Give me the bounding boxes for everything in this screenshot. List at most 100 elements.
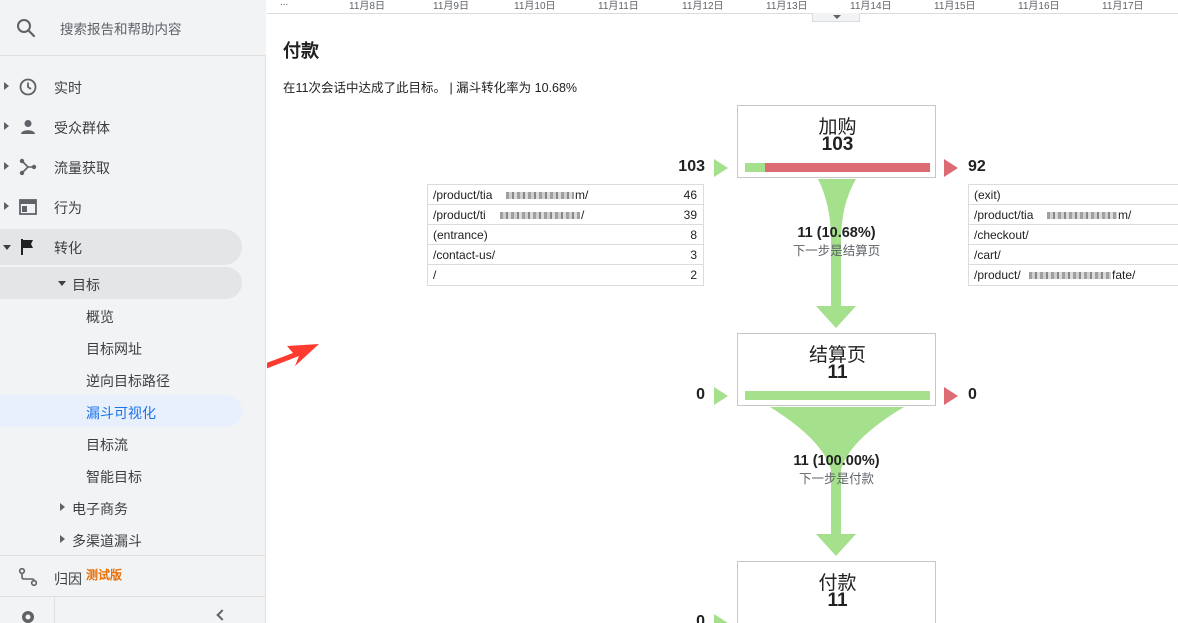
sidebar: 搜索报告和帮助内容 实时 受众群体 流量获取 行为 转化 目标 概览 目标网址 … bbox=[0, 0, 266, 623]
funnel-stage-payment[interactable]: 付款 11 bbox=[737, 561, 936, 623]
nav-item-label: 多渠道漏斗 bbox=[72, 533, 142, 549]
expand-caret-icon[interactable] bbox=[60, 503, 65, 511]
value-cell: 8 bbox=[690, 228, 697, 242]
nav-item-goals[interactable]: 目标 bbox=[0, 267, 242, 299]
stage-exits: 0 bbox=[968, 386, 977, 403]
nav-item-label: 目标 bbox=[72, 277, 100, 293]
path-cell: /product/ti bbox=[433, 208, 486, 222]
stage-count: 103 bbox=[821, 134, 854, 155]
main-content: ... 11月8日 11月9日 11月10日 11月11日 11月12日 11月… bbox=[267, 0, 1178, 623]
stage-count: 11 bbox=[827, 590, 848, 611]
stage-entrances: 0 bbox=[696, 613, 705, 623]
nav-item-label: 转化 bbox=[54, 240, 82, 256]
stage-exit-bar bbox=[765, 163, 930, 172]
expand-caret-icon[interactable] bbox=[4, 202, 9, 210]
funnel-stage-add-to-cart[interactable]: 加购 103 bbox=[737, 105, 936, 178]
exit-arrow-icon bbox=[944, 387, 958, 405]
nav-item-conversions[interactable]: 转化 bbox=[0, 229, 242, 265]
conversion-next-step: 下一步是付款 bbox=[798, 472, 874, 486]
goal-item-smart-goals[interactable]: 智能目标 bbox=[0, 459, 242, 491]
behavior-icon bbox=[19, 199, 37, 215]
value-cell: 46 bbox=[683, 188, 697, 202]
goal-item-overview[interactable]: 概览 bbox=[0, 299, 242, 331]
conversion-count: 11 (100.00%) bbox=[793, 453, 880, 469]
gear-icon[interactable] bbox=[18, 607, 38, 623]
search-bar[interactable]: 搜索报告和帮助内容 bbox=[0, 0, 266, 56]
path-cell-tail: m/ bbox=[575, 188, 589, 202]
table-row[interactable]: (entrance) 8 bbox=[428, 225, 703, 245]
path-cell: /cart/ bbox=[974, 248, 1001, 262]
table-row[interactable]: (exit) bbox=[969, 185, 1178, 205]
conversion-label-2: 11 (100.00%) 下一步是付款 bbox=[737, 453, 936, 487]
nav-item-ecommerce[interactable]: 电子商务 bbox=[0, 491, 242, 523]
table-row[interactable]: /checkout/ bbox=[969, 225, 1178, 245]
stage-entrances: 103 bbox=[678, 158, 705, 175]
funnel-flow-graphic bbox=[267, 179, 904, 556]
nav-item-realtime[interactable]: 实时 bbox=[0, 69, 266, 105]
table-row[interactable]: /product/fate/ bbox=[969, 265, 1178, 285]
expand-caret-icon[interactable] bbox=[60, 535, 65, 543]
collapse-caret-icon[interactable] bbox=[58, 281, 66, 286]
expand-caret-icon[interactable] bbox=[4, 162, 9, 170]
nav-item-label: 电子商务 bbox=[72, 501, 128, 517]
goal-item-urls[interactable]: 目标网址 bbox=[0, 331, 242, 363]
path-cell-tail: m/ bbox=[1118, 208, 1132, 222]
goal-item-reverse-path[interactable]: 逆向目标路径 bbox=[0, 363, 242, 395]
stage-proceed-bar bbox=[745, 163, 930, 172]
goal-item-funnel-visualization[interactable]: 漏斗可视化 bbox=[0, 395, 242, 427]
value-cell: 39 bbox=[683, 208, 697, 222]
nav-item-attribution[interactable]: 归因 测试版 bbox=[0, 555, 266, 595]
nav-item-label: 概览 bbox=[86, 309, 114, 325]
chevron-left-icon[interactable] bbox=[216, 609, 228, 621]
conversion-label-1: 11 (10.68%) 下一步是结算页 bbox=[737, 225, 936, 259]
funnel-stage-checkout[interactable]: 结算页 11 bbox=[737, 333, 936, 406]
acquisition-icon bbox=[19, 158, 37, 176]
value-cell: 3 bbox=[690, 248, 697, 262]
sidebar-footer bbox=[0, 596, 266, 623]
entrance-arrow-icon bbox=[714, 159, 728, 177]
table-row[interactable]: /contact-us/3 bbox=[428, 245, 703, 265]
clock-icon bbox=[19, 78, 37, 96]
nav-item-label: 目标网址 bbox=[86, 341, 142, 357]
stage-entrances: 0 bbox=[696, 386, 705, 403]
goal-item-goal-flow[interactable]: 目标流 bbox=[0, 427, 242, 459]
table-row[interactable]: /cart/ bbox=[969, 245, 1178, 265]
divider bbox=[54, 597, 55, 623]
table-row[interactable]: /2 bbox=[428, 265, 703, 285]
path-cell: /product/tia bbox=[433, 188, 493, 202]
annotation-arrow bbox=[267, 344, 319, 369]
path-cell: /contact-us/ bbox=[433, 248, 496, 262]
redaction-blur bbox=[506, 192, 574, 199]
table-row[interactable]: /product/tia m/46 bbox=[428, 185, 703, 205]
attribution-icon bbox=[18, 567, 38, 587]
path-cell-tail: / bbox=[581, 208, 585, 222]
redaction-blur bbox=[500, 212, 580, 219]
expand-caret-icon[interactable] bbox=[4, 122, 9, 130]
nav-item-label: 流量获取 bbox=[54, 160, 110, 176]
search-icon[interactable] bbox=[14, 16, 38, 40]
collapse-caret-icon[interactable] bbox=[3, 245, 11, 250]
path-cell: / bbox=[433, 268, 437, 282]
flag-icon bbox=[21, 239, 33, 255]
nav-item-label: 实时 bbox=[54, 80, 82, 96]
nav-item-label: 目标流 bbox=[86, 437, 128, 453]
table-row[interactable]: /product/ti / 39 bbox=[428, 205, 703, 225]
entrance-arrow-icon bbox=[714, 614, 728, 623]
nav-item-audience[interactable]: 受众群体 bbox=[0, 109, 266, 145]
nav-item-behavior[interactable]: 行为 bbox=[0, 189, 266, 225]
conversion-next-step: 下一步是结算页 bbox=[792, 244, 881, 258]
stage-proceed-bar bbox=[745, 391, 930, 400]
nav-item-label: 行为 bbox=[54, 200, 82, 216]
nav-item-label: 智能目标 bbox=[86, 469, 142, 485]
value-cell: 2 bbox=[690, 268, 697, 282]
conversion-count: 11 (10.68%) bbox=[797, 225, 876, 241]
expand-caret-icon[interactable] bbox=[4, 82, 9, 90]
nav-item-acquisition[interactable]: 流量获取 bbox=[0, 149, 266, 185]
table-row[interactable]: /product/tia m/ bbox=[969, 205, 1178, 225]
nav-item-multichannel[interactable]: 多渠道漏斗 bbox=[0, 523, 242, 555]
path-cell: (exit) bbox=[974, 188, 1001, 202]
nav-item-label: 受众群体 bbox=[54, 120, 110, 136]
nav-item-label: 归因 bbox=[54, 571, 82, 587]
search-input[interactable]: 搜索报告和帮助内容 bbox=[60, 18, 182, 38]
path-cell: /checkout/ bbox=[974, 228, 1029, 242]
